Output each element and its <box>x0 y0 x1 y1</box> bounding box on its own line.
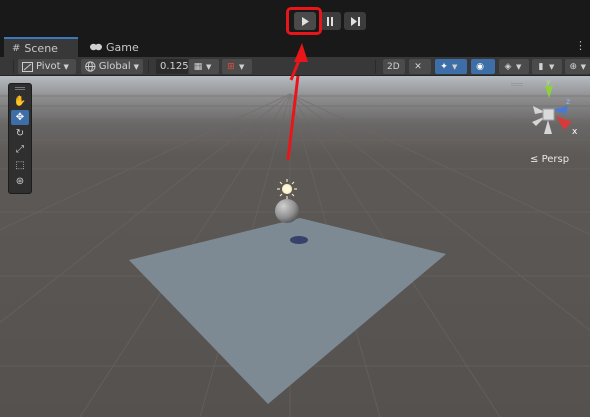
globe-icon <box>85 61 96 72</box>
perspective-toggle[interactable]: ≤ Persp <box>530 154 569 165</box>
tab-scene[interactable]: # Scene <box>4 37 78 57</box>
pause-button[interactable] <box>319 12 341 30</box>
tab-game[interactable]: Game <box>82 37 147 57</box>
tab-scene-label: Scene <box>24 41 58 55</box>
eye-icon: ◉ <box>476 61 484 72</box>
grid-snap-icon: ▦ <box>193 61 203 72</box>
toolbar-divider <box>13 60 14 73</box>
transform-tool-button[interactable]: ⊛ <box>11 174 29 189</box>
pause-icon <box>327 16 333 26</box>
audio-toggle-button[interactable]: ✦ ▼ <box>435 59 467 74</box>
sphere-object[interactable] <box>275 199 299 223</box>
rotate-tool-button[interactable]: ↻ <box>11 126 29 141</box>
scene-canvas: y z x <box>0 76 590 417</box>
gizmo-settings-dropdown[interactable]: ⊕ ▼ <box>565 59 590 74</box>
increment-snap-icon: ⊞ <box>227 61 235 72</box>
scene-viewport[interactable]: y z x ≤ Persp ✋ ✥ ↻ ⤢ ⬚ ⊛ <box>0 76 590 417</box>
visibility-toggle-button[interactable]: ◉ <box>471 59 495 74</box>
global-dropdown[interactable]: Global ▼ <box>81 59 143 74</box>
chevron-down-icon: ▼ <box>239 62 245 71</box>
gizmo-icon: ⊕ <box>569 61 578 72</box>
gamepad-icon <box>90 43 102 51</box>
toolbar-divider <box>375 60 376 73</box>
lighting-toggle-button[interactable]: ✕ <box>409 59 431 74</box>
gizmo-label-x: x <box>572 127 578 137</box>
lighting-icon: ✕ <box>414 61 422 72</box>
2d-toggle-button[interactable]: 2D <box>383 59 405 74</box>
rect-tool-button[interactable]: ⬚ <box>11 158 29 173</box>
grid-snap-button[interactable]: ▦ ▼ <box>189 59 219 74</box>
chevron-down-icon: ▼ <box>63 62 69 71</box>
chevron-down-icon: ▼ <box>549 62 555 71</box>
move-tool-button[interactable]: ✥ <box>11 110 29 125</box>
global-label: Global <box>98 61 131 72</box>
camera-mode-label: Persp <box>541 154 570 165</box>
gizmo-label-y: y <box>546 77 551 86</box>
chevron-down-icon: ▼ <box>133 62 139 71</box>
tools-panel: ✋ ✥ ↻ ⤢ ⬚ ⊛ <box>8 83 32 194</box>
2d-icon: 2D <box>387 61 400 72</box>
scene-camera-dropdown[interactable]: ▮ ▼ <box>532 59 562 74</box>
move-icon: ✥ <box>15 112 25 123</box>
chevron-down-icon: ▼ <box>452 62 458 71</box>
pivot-dropdown[interactable]: Pivot ▼ <box>18 59 76 74</box>
tab-menu-button[interactable]: ⋮ <box>575 39 586 52</box>
step-icon <box>350 16 360 26</box>
pivot-icon <box>22 61 33 72</box>
directional-light-icon[interactable] <box>277 179 297 199</box>
snap-value-field[interactable]: 0.125 <box>156 59 189 74</box>
camera-icon: ▮ <box>538 61 544 72</box>
grid-icon: # <box>12 42 21 54</box>
layers-icon: ◈ <box>504 61 512 72</box>
rotate-icon: ↻ <box>15 128 25 139</box>
step-button[interactable] <box>344 12 366 30</box>
ground-plane[interactable] <box>129 218 446 404</box>
audio-icon: ✦ <box>440 61 448 72</box>
hand-tool-button[interactable]: ✋ <box>11 94 29 109</box>
tab-game-label: Game <box>106 40 139 54</box>
chevron-down-icon: ▼ <box>516 62 522 71</box>
play-button-highlight <box>286 7 322 35</box>
gizmo-label-z: z <box>566 97 570 106</box>
gizmo-drag-handle[interactable] <box>511 83 523 86</box>
increment-snap-button[interactable]: ⊞ ▼ <box>222 59 252 74</box>
gizmos-dropdown[interactable]: ◈ ▼ <box>499 59 529 74</box>
scale-icon: ⤢ <box>16 144 24 155</box>
snap-value: 0.125 <box>160 61 189 72</box>
tools-drag-handle[interactable] <box>15 87 25 90</box>
hand-icon: ✋ <box>13 96 27 107</box>
play-toolbar <box>0 0 590 37</box>
scale-tool-button[interactable]: ⤢ <box>11 142 29 157</box>
scene-toolbar: Pivot ▼ Global ▼ 0.125 ▦ ▼ ⊞ ▼ 2D ✕ ✦ ▼ … <box>0 57 590 76</box>
chevron-down-icon: ▼ <box>580 62 586 71</box>
chevron-down-icon: ▼ <box>206 62 212 71</box>
toolbar-divider <box>148 60 149 73</box>
pivot-label: Pivot <box>36 61 61 72</box>
tab-strip: # Scene Game ⋮ <box>0 37 590 57</box>
orientation-gizmo[interactable]: y z x <box>532 77 578 137</box>
sphere-shadow <box>290 236 308 244</box>
transform-icon: ⊛ <box>15 176 25 187</box>
rect-icon: ⬚ <box>15 160 25 171</box>
chevron-left-icon: ≤ <box>530 154 539 165</box>
